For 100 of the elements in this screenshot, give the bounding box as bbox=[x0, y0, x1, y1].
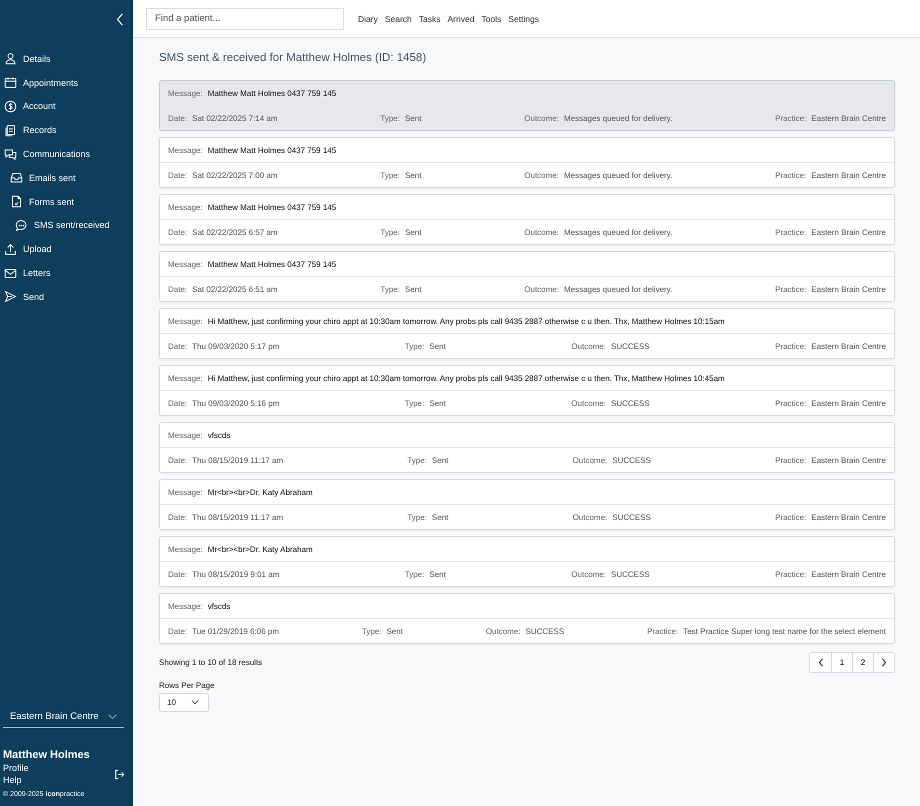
sidebar-item[interactable]: Details bbox=[0, 47, 133, 71]
menu-item[interactable]: Tasks bbox=[418, 14, 441, 24]
chevron-down-icon bbox=[190, 700, 199, 705]
message-text: Matthew Matt Holmes 0437 759 145 bbox=[208, 146, 336, 154]
field-label: Type: bbox=[407, 456, 427, 464]
field-value: Eastern Brain Centre bbox=[811, 114, 886, 122]
field-label: Date: bbox=[168, 456, 188, 464]
field-label: Date: bbox=[168, 570, 188, 578]
chevron-right-icon bbox=[881, 658, 887, 667]
field-label: Type: bbox=[407, 512, 427, 522]
message-card[interactable]: Message: vfscds Date: Tue 01/29/2019 6:06 pm Type: Sent Outcome: SUCCESS Practice: Test Practice Super long test name for the select element bbox=[159, 593, 895, 644]
field-value: Messages queued for delivery. bbox=[564, 284, 672, 294]
field-label: Type: bbox=[404, 398, 424, 408]
menu-item[interactable]: Arrived bbox=[448, 14, 474, 24]
sidebar-item-icon bbox=[4, 52, 17, 66]
field-label: Outcome: bbox=[572, 512, 608, 522]
field-value: Sent bbox=[432, 456, 448, 464]
sidebar-subitem[interactable]: SMS sent/received bbox=[0, 214, 133, 238]
field-label: Practice: bbox=[775, 228, 806, 236]
field-label: Message: bbox=[168, 544, 203, 554]
sidebar-item[interactable]: Account bbox=[0, 94, 133, 118]
field-label: Date: bbox=[168, 228, 188, 236]
message-card[interactable] bbox=[159, 308, 895, 359]
menu-item[interactable]: Tools bbox=[481, 14, 502, 24]
field-label: Date: bbox=[168, 342, 188, 350]
patient-search-field[interactable]: Find a patient... bbox=[146, 8, 344, 30]
sidebar-item[interactable]: Letters bbox=[0, 261, 133, 285]
field-label: Type: bbox=[380, 114, 400, 122]
field-label: Practice: bbox=[775, 570, 806, 578]
message-card[interactable]: Message: Matthew Matt Holmes 0437 759 145 Date: Sat 02/22/2025 7:14 am Type: Sent Outcome: Messages queued for delivery. Practice: Eastern Brain Centre bbox=[159, 80, 895, 131]
field-label: Outcome: bbox=[486, 626, 520, 636]
message-text: vfscds bbox=[208, 430, 230, 440]
menu-item[interactable]: Settings bbox=[508, 14, 540, 24]
field-value: SUCCESS bbox=[612, 456, 651, 464]
field-value: Eastern Brain Centre bbox=[811, 170, 886, 180]
field-value: Sent bbox=[404, 170, 422, 180]
user-link[interactable]: Help bbox=[3, 775, 29, 786]
field-label: Outcome: bbox=[524, 170, 559, 180]
sidebar-subitem[interactable]: Forms sent bbox=[0, 190, 133, 214]
field-value: SUCCESS bbox=[526, 626, 564, 636]
practice-select[interactable]: Eastern Brain Centre bbox=[3, 707, 124, 728]
message-text: Matthew Matt Holmes 0437 759 145 bbox=[208, 88, 336, 98]
field-label: Date: bbox=[168, 114, 188, 122]
field-label: Outcome: bbox=[571, 398, 606, 408]
message-card[interactable]: Message: Matthew Matt Holmes 0437 759 145 Date: Sat 02/22/2025 7:00 am Type: Sent Outcome: Messages queued for delivery. Practice: Eastern Brain Centre bbox=[159, 137, 895, 188]
field-value: SUCCESS bbox=[610, 398, 650, 408]
message-card[interactable]: Message: vfscds Date: Thu 08/15/2019 11:17 am Type: Sent Outcome: SUCCESS Practice: Eastern Brain Centre bbox=[159, 422, 895, 473]
user-name: Matthew Holmes bbox=[3, 749, 91, 761]
message-card[interactable]: Message: Mr<br><br>Dr. Katy Abraham Date: Thu 08/15/2019 9:01 am Type: Sent Outcome: SUCCESS Practice: Eastern Brain Centre bbox=[159, 536, 895, 587]
sidebar-item-icon bbox=[4, 124, 17, 137]
menu-item[interactable]: Diary bbox=[358, 14, 378, 24]
field-label: Message: bbox=[168, 374, 203, 382]
message-text: vfscds bbox=[208, 602, 230, 610]
sidebar-item[interactable]: Appointments bbox=[0, 70, 133, 95]
field-label: Type: bbox=[380, 170, 400, 180]
field-label: Date: bbox=[168, 170, 188, 180]
field-label: Date: bbox=[168, 512, 188, 522]
field-value: SUCCESS bbox=[610, 570, 650, 578]
field-label: Date: bbox=[168, 626, 188, 636]
field-label: Practice: bbox=[775, 398, 806, 408]
message-card[interactable]: Message: Matthew Matt Holmes 0437 759 145 Date: Sat 02/22/2025 6:51 am Type: Sent Outcome: Messages queued for delivery. Practice: Eastern Brain Centre bbox=[159, 251, 895, 302]
message-text: Mr<br><br>Dr. Katy Abraham bbox=[208, 488, 313, 496]
sidebar-subitem[interactable]: Emails sent bbox=[0, 166, 133, 190]
sidebar-item-icon bbox=[10, 171, 23, 184]
sidebar-item[interactable]: Upload bbox=[0, 237, 133, 262]
field-value: Sent bbox=[386, 626, 403, 636]
collapse-icon[interactable] bbox=[116, 13, 124, 26]
field-value: Sent bbox=[404, 228, 422, 236]
rows-per-page-select[interactable]: 10 bbox=[159, 693, 209, 712]
logout-icon[interactable] bbox=[114, 769, 125, 780]
message-card[interactable]: Message: Mr<br><br>Dr. Katy Abraham Date: Thu 08/15/2019 11:17 am Type: Sent Outcome: SUCCESS Practice: Eastern Brain Centre bbox=[159, 479, 895, 530]
user-link[interactable]: Profile bbox=[3, 763, 29, 774]
menu-item[interactable]: Search bbox=[384, 14, 412, 24]
field-label: Outcome: bbox=[524, 114, 559, 122]
field-value: Sat 02/22/2025 7:00 am bbox=[192, 170, 278, 180]
field-label: Outcome: bbox=[524, 228, 559, 236]
field-value: Eastern Brain Centre bbox=[811, 570, 886, 578]
field-label: Outcome: bbox=[571, 570, 606, 578]
field-label: Type: bbox=[380, 284, 400, 294]
chevron-left-icon bbox=[818, 658, 824, 667]
field-value: SUCCESS bbox=[612, 512, 651, 522]
field-value: Messages queued for delivery. bbox=[564, 170, 672, 180]
field-value: Eastern Brain Centre bbox=[811, 512, 886, 522]
next-page-button[interactable] bbox=[873, 653, 894, 672]
field-label: Practice: bbox=[775, 456, 806, 464]
field-label: Date: bbox=[168, 398, 188, 408]
sidebar-item[interactable]: Records bbox=[0, 118, 133, 142]
results-summary: Showing 1 to 10 of 18 results bbox=[159, 658, 262, 667]
message-text: Matthew Matt Holmes 0437 759 145 bbox=[208, 260, 336, 268]
field-value: Thu 09/03/2020 5:16 pm bbox=[192, 398, 280, 408]
field-value: Sent bbox=[432, 512, 448, 522]
field-label: Message: bbox=[168, 202, 203, 212]
field-value: Messages queued for delivery. bbox=[564, 228, 672, 236]
sidebar-item[interactable]: Communications bbox=[0, 142, 133, 166]
sidebar-item[interactable]: Send bbox=[0, 284, 133, 309]
field-value: Sent bbox=[404, 114, 422, 122]
message-card[interactable]: Message: Matthew Matt Holmes 0437 759 145 Date: Sat 02/22/2025 6:57 am Type: Sent Outcome: Messages queued for delivery. Practice: Eastern Brain Centre bbox=[159, 194, 895, 245]
message-text: Matthew Matt Holmes 0437 759 145 bbox=[208, 202, 336, 212]
field-value: Sent bbox=[429, 398, 446, 408]
message-card[interactable] bbox=[159, 365, 895, 416]
